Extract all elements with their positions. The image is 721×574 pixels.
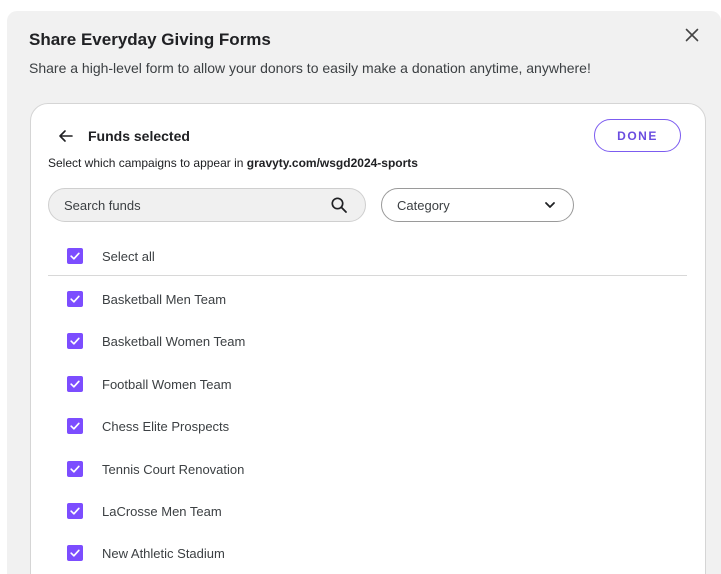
- checkmark-icon: [70, 252, 80, 260]
- checkmark-icon: [70, 549, 80, 557]
- close-icon: [685, 28, 699, 42]
- fund-item[interactable]: Football Women Team: [67, 376, 232, 392]
- chevron-down-icon: [545, 202, 555, 208]
- select-all-label: Select all: [102, 248, 155, 264]
- divider: [48, 275, 687, 276]
- select-all-checkbox[interactable]: [67, 248, 83, 264]
- dialog-title: Share Everyday Giving Forms: [29, 30, 271, 49]
- dialog-subtitle: Share a high-level form to allow your do…: [29, 60, 591, 76]
- fund-label: Chess Elite Prospects: [102, 418, 230, 434]
- fund-item[interactable]: New Athletic Stadium: [67, 545, 225, 561]
- arrow-left-icon[interactable]: [56, 126, 76, 146]
- card-title: Funds selected: [88, 128, 190, 144]
- fund-checkbox[interactable]: [67, 376, 83, 392]
- fund-label: New Athletic Stadium: [102, 545, 225, 561]
- fund-label: Basketball Men Team: [102, 291, 227, 307]
- fund-checkbox[interactable]: [67, 418, 83, 434]
- close-button[interactable]: [681, 24, 703, 46]
- category-dropdown[interactable]: Category: [381, 188, 574, 222]
- checkmark-icon: [70, 507, 80, 515]
- fund-label: Tennis Court Renovation: [102, 461, 245, 477]
- fund-item[interactable]: Tennis Court Renovation: [67, 461, 244, 477]
- card-header: Funds selected: [56, 126, 190, 146]
- done-button[interactable]: DONE: [594, 119, 681, 152]
- fund-checkbox[interactable]: [67, 503, 83, 519]
- fund-checkbox[interactable]: [67, 545, 83, 561]
- checkmark-icon: [70, 337, 80, 345]
- search-field[interactable]: [48, 188, 366, 222]
- card-description: Select which campaigns to appear in grav…: [48, 156, 418, 170]
- fund-item[interactable]: LaCrosse Men Team: [67, 503, 222, 519]
- description-text: Select which campaigns to appear in: [48, 156, 247, 170]
- fund-checkbox[interactable]: [67, 333, 83, 349]
- category-selected-value: Category: [397, 197, 450, 213]
- checkmark-icon: [70, 380, 80, 388]
- search-icon[interactable]: [330, 196, 348, 214]
- select-all-row[interactable]: Select all: [67, 248, 155, 264]
- funds-card: Funds selected DONE Select which campaig…: [30, 103, 706, 574]
- fund-label: Football Women Team: [102, 376, 232, 392]
- fund-item[interactable]: Basketball Men Team: [67, 291, 226, 307]
- checkmark-icon: [70, 295, 80, 303]
- fund-item[interactable]: Chess Elite Prospects: [67, 418, 229, 434]
- checkmark-icon: [70, 422, 80, 430]
- form-url: gravyty.com/wsgd2024-sports: [246, 156, 418, 170]
- fund-checkbox[interactable]: [67, 461, 83, 477]
- search-input[interactable]: [49, 189, 330, 221]
- fund-label: LaCrosse Men Team: [102, 503, 222, 519]
- fund-label: Basketball Women Team: [102, 333, 246, 349]
- fund-item[interactable]: Basketball Women Team: [67, 333, 245, 349]
- fund-checkbox[interactable]: [67, 291, 83, 307]
- checkmark-icon: [70, 465, 80, 473]
- share-forms-dialog: Share Everyday Giving Forms Share a high…: [7, 11, 721, 574]
